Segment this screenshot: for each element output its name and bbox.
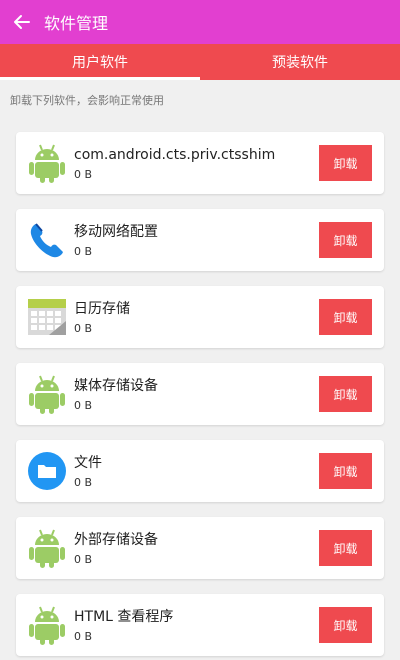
uninstall-button[interactable]: 卸载 bbox=[319, 530, 372, 566]
tab-bar: 用户软件 预装软件 bbox=[0, 44, 400, 80]
app-size: 0 B bbox=[74, 552, 93, 566]
app-size: 0 B bbox=[74, 167, 93, 181]
app-name: 文件 bbox=[74, 454, 102, 471]
hint-text: 卸载下列软件，会影响正常使用 bbox=[10, 94, 164, 107]
app-size: 0 B bbox=[74, 244, 93, 258]
app-size: 0 B bbox=[74, 398, 93, 412]
android-icon bbox=[26, 373, 68, 415]
back-button[interactable] bbox=[0, 0, 44, 44]
list-item: 移动网络配置 0 B 卸载 bbox=[16, 209, 384, 271]
uninstall-button[interactable]: 卸载 bbox=[319, 145, 372, 181]
app-name: 日历存储 bbox=[74, 300, 130, 317]
list-item: HTML 查看程序 0 B 卸载 bbox=[16, 594, 384, 656]
uninstall-button[interactable]: 卸载 bbox=[319, 222, 372, 258]
list-item: com.android.cts.priv.ctsshim 0 B 卸载 bbox=[16, 132, 384, 194]
calendar-icon bbox=[26, 296, 68, 338]
app-name: 媒体存储设备 bbox=[74, 377, 158, 394]
arrow-left-icon bbox=[14, 15, 30, 29]
android-icon bbox=[26, 604, 68, 646]
tab-user-apps[interactable]: 用户软件 bbox=[0, 44, 200, 80]
android-icon bbox=[26, 142, 68, 184]
app-bar: 软件管理 bbox=[0, 0, 400, 44]
app-list: com.android.cts.priv.ctsshim 0 B 卸载 移动网络… bbox=[16, 132, 384, 660]
uninstall-button[interactable]: 卸载 bbox=[319, 607, 372, 643]
phone-icon bbox=[26, 219, 68, 261]
app-size: 0 B bbox=[74, 629, 93, 643]
app-size: 0 B bbox=[74, 321, 93, 335]
list-item: 日历存储 0 B 卸载 bbox=[16, 286, 384, 348]
app-size: 0 B bbox=[74, 475, 93, 489]
folder-icon bbox=[26, 450, 68, 492]
list-item: 外部存储设备 0 B 卸载 bbox=[16, 517, 384, 579]
uninstall-button[interactable]: 卸载 bbox=[319, 453, 372, 489]
app-name: HTML 查看程序 bbox=[74, 608, 174, 625]
list-item: 文件 0 B 卸载 bbox=[16, 440, 384, 502]
app-name: 移动网络配置 bbox=[74, 223, 158, 240]
android-icon bbox=[26, 527, 68, 569]
list-item: 媒体存储设备 0 B 卸载 bbox=[16, 363, 384, 425]
app-name: 外部存储设备 bbox=[74, 531, 158, 548]
tab-preinstalled-apps[interactable]: 预装软件 bbox=[200, 44, 400, 80]
uninstall-button[interactable]: 卸载 bbox=[319, 376, 372, 412]
uninstall-button[interactable]: 卸载 bbox=[319, 299, 372, 335]
page-title: 软件管理 bbox=[44, 14, 109, 33]
app-name: com.android.cts.priv.ctsshim bbox=[74, 146, 276, 163]
